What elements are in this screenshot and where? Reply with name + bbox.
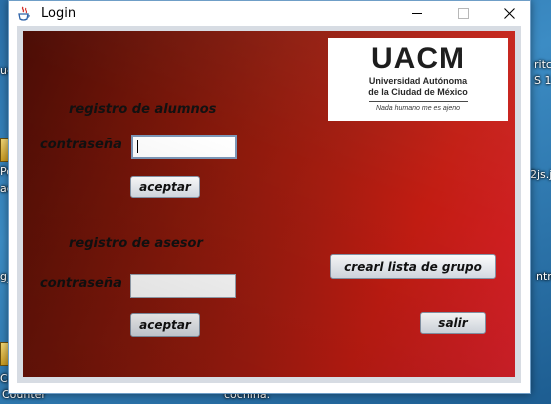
student-password-label: contraseña: [40, 137, 122, 152]
logo-divider: [369, 101, 468, 102]
create-group-list-button[interactable]: crearl lista de grupo: [330, 254, 496, 279]
window-content: UACM Universidad Autónoma de la Ciudad d…: [17, 26, 521, 383]
exit-button[interactable]: salir: [420, 312, 486, 334]
student-registration-heading: registro de alumnos: [69, 102, 217, 117]
student-accept-button[interactable]: aceptar: [130, 176, 200, 198]
advisor-password-label: contraseña: [40, 276, 122, 291]
logo-line1: Universidad Autónoma: [368, 76, 468, 86]
close-button[interactable]: [486, 1, 532, 26]
java-coffee-cup-icon: [17, 6, 31, 21]
logo-line2: de la Ciudad de México: [368, 87, 468, 97]
advisor-registration-heading: registro de asesor: [69, 236, 203, 251]
maximize-button: [440, 1, 486, 26]
login-window: Login UACM Universidad Autónoma de la Ci…: [8, 0, 531, 394]
close-icon: [503, 8, 515, 19]
student-password-field[interactable]: [131, 135, 237, 159]
window-title: Login: [41, 6, 77, 21]
login-panel: UACM Universidad Autónoma de la Ciudad d…: [23, 31, 515, 377]
desktop-label: ntm: [536, 270, 551, 283]
uacm-logo: UACM Universidad Autónoma de la Ciudad d…: [328, 38, 508, 121]
logo-acronym: UACM: [371, 42, 465, 75]
logo-motto: Nada humano me es ajeno: [375, 105, 461, 112]
minimize-button[interactable]: [394, 1, 440, 26]
title-bar[interactable]: Login: [9, 1, 530, 26]
desktop-label: ritc: [534, 58, 551, 71]
maximize-icon: [457, 8, 469, 19]
desktop-label: S 1: [534, 74, 551, 87]
advisor-password-field[interactable]: [130, 274, 236, 298]
desktop-label: 2js.j: [530, 168, 551, 181]
advisor-accept-button[interactable]: aceptar: [130, 313, 200, 337]
text-caret: [137, 140, 138, 153]
minimize-icon: [412, 13, 422, 14]
